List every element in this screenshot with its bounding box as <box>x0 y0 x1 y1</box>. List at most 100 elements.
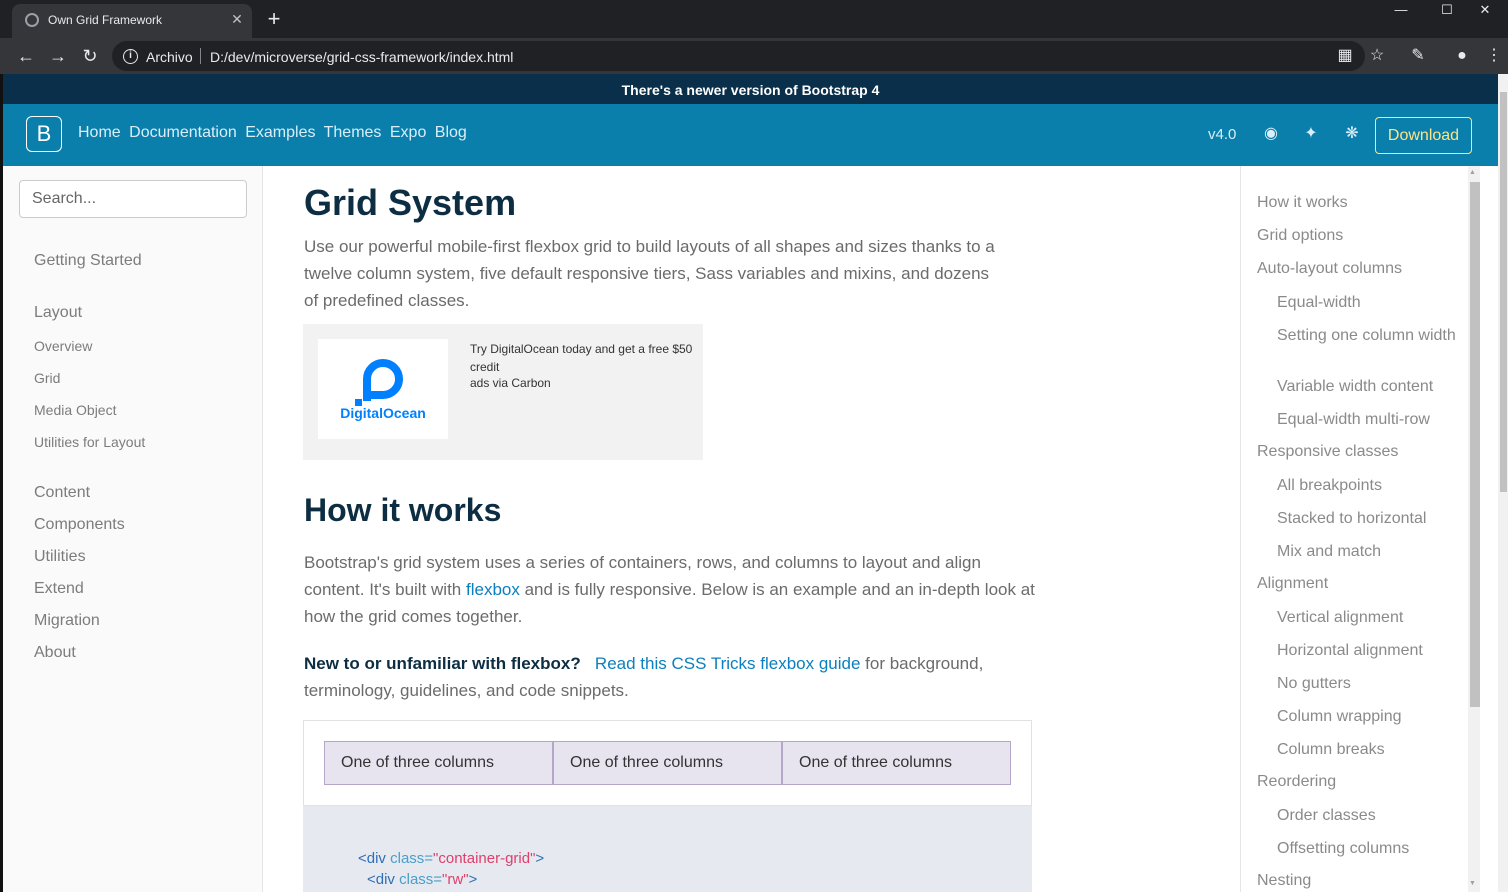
scroll-up-arrow-icon[interactable]: ▲ <box>1469 169 1476 176</box>
info-icon[interactable]: i <box>123 49 138 64</box>
nav-link-home[interactable]: Home <box>78 124 121 141</box>
url-text[interactable]: D:/dev/microverse/grid-css-framework/ind… <box>210 49 513 65</box>
sidebar-subitem-grid[interactable]: Grid <box>34 370 60 386</box>
version-dropdown[interactable]: v4.0 <box>1208 126 1236 143</box>
css-tricks-link[interactable]: Read this CSS Tricks flexbox guide <box>595 654 861 673</box>
top-navbar: B Home Documentation Examples Themes Exp… <box>3 104 1498 166</box>
digitalocean-logo[interactable]: DigitalOcean <box>318 339 448 439</box>
minimize-icon[interactable]: — <box>1378 0 1424 22</box>
code-attr: class= <box>390 850 433 867</box>
menu-kebab-icon[interactable]: ⋮ <box>1482 44 1506 68</box>
close-icon[interactable]: ✕ <box>1462 0 1508 22</box>
section-title-how-it-works: How it works <box>304 492 501 529</box>
toc-item[interactable]: Auto-layout columns <box>1257 260 1402 278</box>
nav-link-documentation[interactable]: Documentation <box>129 124 237 141</box>
flexbox-link[interactable]: flexbox <box>466 580 520 599</box>
sidebar-item-utilities[interactable]: Utilities <box>34 548 86 566</box>
forward-icon[interactable]: → <box>45 43 71 69</box>
example-column: One of three columns <box>782 741 1011 785</box>
sidebar-item-migration[interactable]: Migration <box>34 612 100 630</box>
github-icon[interactable]: ◉ <box>1261 124 1281 144</box>
toc-subitem[interactable]: Horizontal alignment <box>1277 642 1457 660</box>
profile-icon[interactable]: ● <box>1450 44 1474 68</box>
tab-title: Own Grid Framework <box>48 13 162 27</box>
bootstrap-logo[interactable]: B <box>26 116 62 152</box>
download-button[interactable]: Download <box>1375 117 1472 154</box>
example-column: One of three columns <box>324 741 553 785</box>
slack-icon[interactable]: ❋ <box>1342 124 1362 144</box>
code-snippet[interactable]: <div class="container-grid"> <div class=… <box>303 806 1032 892</box>
twitter-icon[interactable]: ✦ <box>1301 124 1321 144</box>
sidebar-item-about[interactable]: About <box>34 644 76 662</box>
url-separator <box>200 48 201 64</box>
new-tab-button[interactable]: + <box>262 6 286 32</box>
sidebar-subitem-media-object[interactable]: Media Object <box>34 402 116 418</box>
toc-subitem[interactable]: Stacked to horizontal <box>1277 510 1457 528</box>
sidebar-item-content[interactable]: Content <box>34 484 90 502</box>
nav-link-blog[interactable]: Blog <box>435 124 467 141</box>
toc-item[interactable]: Responsive classes <box>1257 443 1398 461</box>
sidebar-subitem-utilities-layout[interactable]: Utilities for Layout <box>34 434 145 450</box>
how-it-works-paragraph: Bootstrap's grid system uses a series of… <box>304 549 1044 630</box>
reload-icon[interactable]: ↻ <box>77 43 103 69</box>
toc-subitem[interactable]: All breakpoints <box>1277 477 1457 495</box>
toc-subitem[interactable]: Setting one column width <box>1277 327 1457 345</box>
toc-item[interactable]: Reordering <box>1257 773 1336 791</box>
toc-subitem[interactable]: Order classes <box>1277 807 1457 825</box>
globe-icon <box>25 13 39 27</box>
nav-links: Home Documentation Examples Themes Expo … <box>78 124 471 142</box>
code-attr: class= <box>399 871 442 888</box>
browser-toolbar: ← → ↻ i Archivo D:/dev/microverse/grid-c… <box>0 38 1508 74</box>
page-title: Grid System <box>304 182 516 224</box>
code-tag-close: > <box>535 850 544 867</box>
toc-subitem[interactable]: Equal-width <box>1277 294 1457 312</box>
toc-subitem[interactable]: Offsetting columns <box>1277 840 1457 858</box>
grid-example: One of three columns One of three column… <box>303 720 1032 806</box>
nav-link-examples[interactable]: Examples <box>245 124 315 141</box>
url-scheme-label: Archivo <box>146 49 193 65</box>
toc-subitem[interactable]: Mix and match <box>1277 543 1457 561</box>
back-icon[interactable]: ← <box>13 43 39 69</box>
digitalocean-logo-text: DigitalOcean <box>318 405 448 421</box>
search-input[interactable] <box>19 180 247 218</box>
browser-titlebar: Own Grid Framework ✕ + — ☐ ✕ <box>0 0 1508 38</box>
toc-subitem[interactable]: Column wrapping <box>1277 708 1457 726</box>
sidebar-item-extend[interactable]: Extend <box>34 580 84 598</box>
toc-item[interactable]: Nesting <box>1257 872 1311 890</box>
toc-subitem[interactable]: Equal-width multi-row <box>1277 411 1457 429</box>
sidebar-item-getting-started[interactable]: Getting Started <box>34 252 142 270</box>
carbon-ad[interactable]: DigitalOcean Try DigitalOcean today and … <box>303 324 703 460</box>
example-column: One of three columns <box>553 741 782 785</box>
tab-close-icon[interactable]: ✕ <box>228 9 246 29</box>
toc-subitem[interactable]: Variable width content <box>1277 378 1457 396</box>
translate-icon[interactable]: ▦ <box>1333 44 1357 68</box>
toc-item[interactable]: Alignment <box>1257 575 1328 593</box>
sidebar-item-components[interactable]: Components <box>34 516 125 534</box>
toc-scrollbar-thumb[interactable] <box>1470 182 1480 707</box>
toc-item[interactable]: Grid options <box>1257 227 1343 245</box>
code-string: "container-grid" <box>433 850 535 867</box>
bookmark-star-icon[interactable]: ☆ <box>1365 44 1389 68</box>
toc-item[interactable]: How it works <box>1257 194 1348 212</box>
web-page: There's a newer version of Bootstrap 4 B… <box>3 74 1498 892</box>
toc-subitem[interactable]: Vertical alignment <box>1277 609 1457 627</box>
sidebar-subitem-overview[interactable]: Overview <box>34 338 92 354</box>
sidebar-item-layout[interactable]: Layout <box>34 304 82 322</box>
page-scrollbar-thumb[interactable] <box>1500 92 1507 492</box>
nav-link-themes[interactable]: Themes <box>324 124 382 141</box>
toc-subitem[interactable]: Column breaks <box>1277 741 1457 759</box>
digitalocean-pixel-icon <box>363 393 371 401</box>
code-tag: <div <box>358 850 390 867</box>
scroll-down-arrow-icon[interactable]: ▼ <box>1469 880 1476 887</box>
toc-subitem[interactable]: No gutters <box>1277 675 1457 693</box>
flexbox-note-bold: New to or unfamiliar with flexbox? <box>304 654 581 673</box>
extension-icon[interactable]: ✎ <box>1406 44 1430 68</box>
browser-tab[interactable]: Own Grid Framework ✕ <box>12 4 252 38</box>
code-tag: <div <box>367 871 399 888</box>
ad-text[interactable]: Try DigitalOcean today and get a free $5… <box>470 340 695 376</box>
ad-via[interactable]: ads via Carbon <box>470 376 551 390</box>
code-line: <div class="container-grid"> <box>358 850 544 867</box>
address-bar[interactable]: i Archivo D:/dev/microverse/grid-css-fra… <box>112 41 1365 71</box>
nav-link-expo[interactable]: Expo <box>390 124 426 141</box>
announcement-bar[interactable]: There's a newer version of Bootstrap 4 <box>3 74 1498 104</box>
